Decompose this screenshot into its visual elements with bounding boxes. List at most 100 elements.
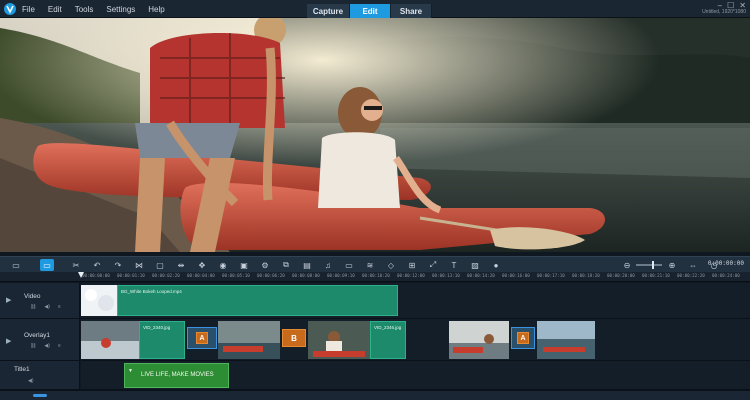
view-toggle-group: ▭ ▭ (10, 259, 54, 271)
film-icon[interactable]: ▤ (301, 259, 313, 271)
clip-title[interactable]: ▼ LIVE LIFE, MAKE MOVIES (124, 363, 229, 388)
transition-icon[interactable]: ⧉ (280, 259, 292, 271)
project-title: Untitled, 1920*1080 (702, 9, 746, 15)
motion-icon[interactable]: ✥ (196, 259, 208, 271)
zoom-out-icon[interactable]: ⊖ (621, 259, 633, 271)
text-icon[interactable]: T (448, 259, 460, 271)
link-icon[interactable]: ⛓ (30, 343, 36, 349)
track-menu-icon[interactable]: ≡ (58, 304, 61, 310)
clip-thumbnail[interactable] (308, 321, 370, 359)
menu-file[interactable]: File (22, 5, 35, 14)
clip-overlay-2[interactable]: VID_2346.jpg (370, 321, 406, 359)
clip-thumbnail[interactable] (537, 321, 595, 359)
audio-icon[interactable]: ♫ (322, 259, 334, 271)
rafting-thumbnail (81, 321, 139, 359)
video-track-icon: ▶ (6, 297, 12, 304)
shape-icon[interactable]: ◇ (385, 259, 397, 271)
ruler-tick: 00:00:08:00 (292, 273, 320, 278)
lane-video[interactable]: BG_White Bokeh Looped.mp4 (81, 283, 750, 319)
ruler-tick: 00:00:14:20 (467, 273, 495, 278)
track-name-title: Title1 (14, 366, 30, 373)
color-icon[interactable]: ◉ (217, 259, 229, 271)
title-clip-icon: ▼ (128, 368, 133, 374)
woman-thumbnail (308, 321, 370, 359)
ruler-tick: 00:00:12:00 (397, 273, 425, 278)
transition-a-icon: A (196, 332, 208, 344)
clip-label: VID_2346.jpg (374, 325, 402, 330)
subtitle-icon[interactable]: ▭ (343, 259, 355, 271)
track-controls-video: ⛓ ◀) ≡ (30, 304, 61, 310)
track-header-overlay[interactable]: ▶ Overlay1 ⛓ ◀) ≡ (0, 319, 80, 361)
timecode-display[interactable]: 0:00:00:00 (708, 260, 744, 267)
trim-icon[interactable]: ⇹ (175, 259, 187, 271)
clip-video-bg[interactable]: BG_White Bokeh Looped.mp4 (117, 285, 398, 316)
clip-thumbnail[interactable] (81, 321, 139, 359)
ruler-tick: 00:00:21:10 (642, 273, 670, 278)
storyboard-view-icon[interactable]: ▭ (10, 259, 22, 271)
menu-settings[interactable]: Settings (106, 5, 135, 14)
image-icon[interactable]: ▨ (469, 259, 481, 271)
track-controls-overlay: ⛓ ◀) ≡ (30, 343, 61, 349)
lane-title[interactable]: ▼ LIVE LIFE, MAKE MOVIES (81, 361, 750, 390)
zoom-slider[interactable] (636, 261, 662, 269)
clip-label: LIVE LIFE, MAKE MOVIES (141, 372, 214, 378)
clip-thumbnail[interactable] (449, 321, 509, 359)
lane-overlay[interactable]: VID_2340.jpg A B VID_2346.jpg A (81, 319, 750, 361)
menu-tools[interactable]: Tools (75, 5, 94, 14)
preview-window[interactable] (0, 18, 750, 252)
multicam-icon[interactable]: ⊞ (406, 259, 418, 271)
tab-share[interactable]: Share (391, 4, 432, 18)
mute-icon[interactable]: ◀) (44, 343, 50, 349)
ruler-tick: 00:00:13:10 (432, 273, 460, 278)
mask-icon[interactable]: ▣ (238, 259, 250, 271)
fit-timeline-icon[interactable]: ⇔ (687, 259, 699, 271)
clip-thumbnail[interactable] (218, 321, 280, 359)
redo-icon[interactable]: ↷ (112, 259, 124, 271)
timeline-view-icon[interactable]: ▭ (40, 259, 54, 271)
timeline-tracks: ▶ Video ⛓ ◀) ≡ BG_White Bokeh Looped.mp4… (0, 283, 750, 390)
track-name-overlay: Overlay1 (24, 332, 51, 339)
ruler-tick: 00:00:04:00 (187, 273, 215, 278)
edit-tools-group: ✂ ↶ ↷ ⋈ ▢ ⇹ ✥ ◉ ▣ ⚙ ⧉ ▤ ♫ ▭ ≋ ◇ ⊞ ⤢ T ▨ … (70, 259, 502, 271)
tools-icon[interactable]: ✂ (70, 259, 82, 271)
preview-image (0, 18, 750, 252)
ruler-tick: 00:00:01:10 (117, 273, 145, 278)
ruler-tick: 00:00:16:00 (502, 273, 530, 278)
tab-edit[interactable]: Edit (350, 4, 391, 18)
transition-a-icon: A (517, 332, 529, 344)
tab-capture[interactable]: Capture (307, 4, 350, 18)
transition-b[interactable]: B (282, 329, 306, 347)
menu-help[interactable]: Help (148, 5, 164, 14)
ruler-tick: 00:00:06:20 (257, 273, 285, 278)
lake-thumbnail (537, 321, 595, 359)
effects-icon[interactable]: ⚙ (259, 259, 271, 271)
mute-icon[interactable]: ◀) (28, 378, 34, 384)
split-icon[interactable]: ⋈ (133, 259, 145, 271)
transition-thumb[interactable]: A (511, 327, 535, 349)
clip-label: BG_White Bokeh Looped.mp4 (121, 289, 182, 294)
app-logo-icon (4, 3, 16, 15)
crop-icon[interactable]: ▢ (154, 259, 166, 271)
track-header-video[interactable]: ▶ Video ⛓ ◀) ≡ (0, 283, 80, 319)
timeline-scrollbar[interactable] (0, 390, 750, 400)
record-icon[interactable]: ● (490, 259, 502, 271)
filter-icon[interactable]: ≋ (364, 259, 376, 271)
track-menu-icon[interactable]: ≡ (58, 343, 61, 349)
ruler-tick: 00:00:10:20 (362, 273, 390, 278)
clip-thumbnail[interactable] (81, 285, 118, 316)
fit-icon[interactable]: ⤢ (427, 259, 439, 271)
mode-tabs: Capture Edit Share (307, 4, 432, 18)
mute-icon[interactable]: ◀) (44, 304, 50, 310)
ruler-tick: 00:00:09:10 (327, 273, 355, 278)
track-header-title[interactable]: Title1 ◀) (0, 361, 80, 390)
scroll-thumb[interactable] (33, 394, 47, 397)
timeline-ruler[interactable]: 00:00:00:00 00:00:01:10 00:00:02:20 00:0… (0, 272, 750, 282)
clip-overlay-1[interactable]: VID_2340.jpg (139, 321, 185, 359)
zoom-in-icon[interactable]: ⊕ (666, 259, 678, 271)
link-icon[interactable]: ⛓ (30, 304, 36, 310)
transition-thumb[interactable]: A (187, 327, 217, 349)
timeline-toolbar: ▭ ▭ ✂ ↶ ↷ ⋈ ▢ ⇹ ✥ ◉ ▣ ⚙ ⧉ ▤ ♫ ▭ ≋ ◇ ⊞ ⤢ … (0, 256, 750, 272)
ruler-tick: 00:00:17:10 (537, 273, 565, 278)
menu-edit[interactable]: Edit (48, 5, 62, 14)
undo-icon[interactable]: ↶ (91, 259, 103, 271)
